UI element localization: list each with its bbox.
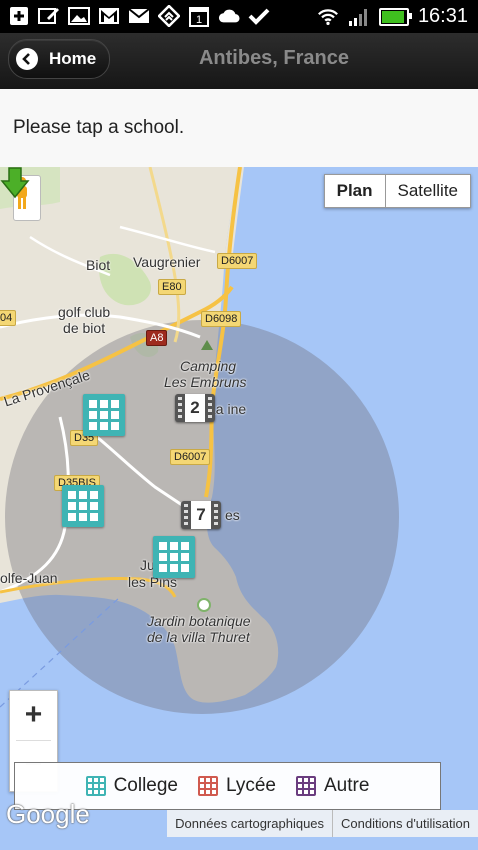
instruction-area: Please tap a school.: [0, 89, 478, 167]
plus-notification-icon: [8, 6, 30, 26]
battery-icon: [378, 7, 412, 26]
road-a8: A8: [146, 330, 168, 346]
road-d6007-north: D6007: [217, 253, 258, 269]
camping-marker-icon: [201, 340, 213, 350]
map-label-golfe-juan: olfe-Juan: [0, 570, 58, 586]
cluster-marker[interactable]: 7: [181, 498, 221, 532]
home-button-label: Home: [49, 49, 97, 68]
check-icon: [248, 6, 270, 26]
school-marker-college[interactable]: [62, 485, 104, 527]
wifi-icon: [317, 7, 339, 27]
cluster-count: 2: [185, 394, 205, 422]
map-data-link[interactable]: Données cartographiques: [167, 810, 332, 837]
calendar-icon: 1: [188, 6, 210, 27]
map-type-toggle: Plan Satellite: [323, 174, 471, 208]
map-label-jardin: Jardin botanique: [147, 613, 251, 629]
back-arrow-icon: [16, 48, 38, 70]
clock: 16:31: [417, 5, 468, 27]
legend-label: College: [113, 775, 178, 796]
home-back-button[interactable]: Home: [8, 39, 110, 79]
lycee-school-icon: [198, 776, 218, 796]
map-label-golf: golf club de biot: [58, 304, 111, 336]
google-logo: Google: [6, 799, 90, 829]
park-marker-icon: [197, 598, 211, 612]
road-e80: E80: [158, 279, 186, 295]
college-school-icon: [85, 776, 106, 796]
map-label-antibes-partial: es: [225, 507, 240, 523]
cluster-marker[interactable]: 2: [175, 391, 215, 425]
terms-of-use-link[interactable]: Conditions d'utilisation: [333, 810, 478, 837]
map-label-vaugrenier: Vaugrenier: [133, 254, 201, 270]
road-04: 04: [0, 310, 17, 326]
legend-label: Autre: [324, 775, 370, 796]
zoom-in-button[interactable]: +: [10, 691, 57, 739]
instruction-text: Please tap a school.: [13, 117, 185, 138]
cloud-icon: [218, 6, 240, 26]
cluster-count: 7: [191, 501, 211, 529]
mail-icon: [128, 6, 150, 26]
feedly-icon: [158, 5, 180, 27]
map-label-biot: Biot: [86, 257, 111, 273]
status-bar: 1 16:31: [0, 0, 478, 33]
legend-item-college: College: [85, 775, 178, 797]
school-marker-college[interactable]: [153, 536, 195, 578]
app-header: Home Antibes, France: [0, 33, 478, 90]
signal-icon: [348, 7, 370, 27]
page-title: Antibes, France: [198, 47, 350, 69]
legend-item-lycee: Lycée: [198, 775, 276, 797]
map-type-plan-button[interactable]: Plan: [325, 175, 386, 207]
legend-item-autre: Autre: [296, 775, 369, 797]
current-location-arrow-icon: [0, 167, 30, 199]
map-attribution: Données cartographiques Conditions d'uti…: [167, 810, 478, 837]
map-label-villa-thuret: de la villa Thuret: [147, 629, 250, 645]
road-d6098: D6098: [201, 311, 242, 327]
gmail-icon: [98, 6, 120, 26]
notification-icons: 1: [8, 5, 270, 27]
calendar-day: 1: [196, 14, 202, 26]
map-view[interactable]: Biot Vaugrenier golf club de biot La Pro…: [0, 167, 478, 850]
map-label-embruns: Les Embruns: [164, 374, 247, 390]
legend-label: Lycée: [226, 775, 276, 796]
edit-icon: [38, 6, 60, 26]
autre-school-icon: [296, 776, 316, 796]
image-icon: [68, 6, 90, 26]
map-label-camping: Camping: [180, 358, 237, 374]
road-d6007-south: D6007: [170, 449, 211, 465]
school-marker-college[interactable]: [83, 394, 125, 436]
map-type-satellite-button[interactable]: Satellite: [386, 175, 470, 207]
